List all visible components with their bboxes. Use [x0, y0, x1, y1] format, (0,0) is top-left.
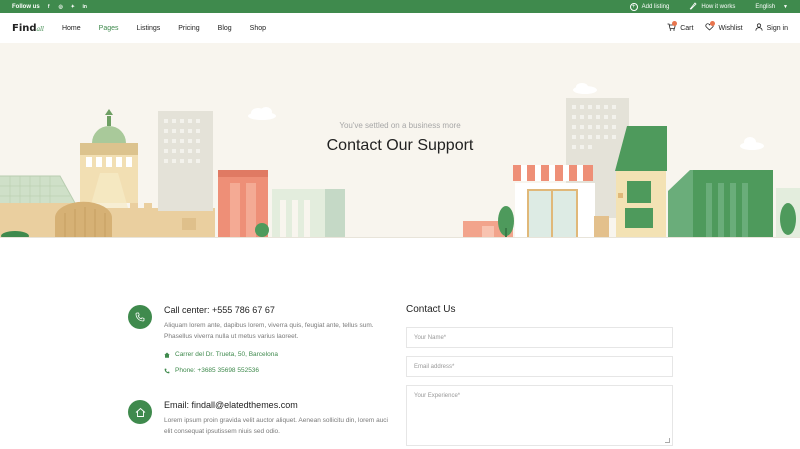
cart-badge: [672, 21, 678, 26]
message-textarea[interactable]: Your Experience*: [406, 385, 673, 446]
rocket-icon: [689, 1, 697, 12]
email-title: Email: findall@elatedthemes.com: [164, 400, 298, 410]
address-text: Carrer del Dr. Trueta, 50, Barcelona: [175, 351, 278, 358]
add-listing-link[interactable]: + Add listing: [629, 2, 670, 11]
main-nav: Home Pages Listings Pricing Blog Shop: [62, 25, 284, 32]
twitter-icon[interactable]: ✦: [70, 4, 76, 10]
page-title: Contact Our Support: [326, 137, 474, 154]
sign-in-button[interactable]: Sign in: [754, 23, 788, 33]
language-label: English: [755, 3, 776, 10]
phone-line[interactable]: Phone: +3685 35698 552536: [164, 367, 259, 374]
name-input[interactable]: Your Name*: [406, 327, 673, 348]
phone-icon: [128, 305, 152, 329]
add-listing-label: Add listing: [641, 3, 670, 10]
phone-text: Phone: +3685 35698 552536: [175, 367, 260, 374]
user-icon: [754, 23, 763, 33]
instagram-icon[interactable]: ◎: [58, 4, 64, 10]
home-circle-icon: [128, 400, 152, 424]
linkedin-icon[interactable]: in: [82, 4, 88, 10]
email-description: Lorem ipsum proin gravida velit auctor a…: [164, 417, 389, 435]
home-icon: [164, 352, 170, 358]
logo-suffix-text: all: [36, 25, 44, 33]
email-block: Email: findall@elatedthemes.com Lorem ip…: [128, 400, 388, 445]
logo[interactable]: Findall: [12, 23, 44, 34]
name-placeholder: Your Name*: [414, 334, 447, 341]
facebook-icon[interactable]: f: [46, 4, 52, 10]
chevron-down-icon: ▼: [783, 3, 788, 10]
sign-in-label: Sign in: [766, 24, 788, 32]
phone-small-icon: [164, 368, 170, 374]
wishlist-badge: [710, 21, 716, 26]
call-center-block: Call center: +555 786 67 67 Aliquam lore…: [128, 305, 388, 385]
logo-main-text: Find: [12, 22, 37, 34]
nav-shop[interactable]: Shop: [250, 25, 266, 32]
contact-form-title: Contact Us: [406, 304, 456, 315]
nav-home[interactable]: Home: [62, 25, 81, 32]
wishlist-label: Wishlist: [718, 24, 743, 32]
message-placeholder: Your Experience*: [414, 393, 461, 399]
plus-icon: +: [629, 2, 638, 11]
main-header: Findall Home Pages Listings Pricing Blog…: [0, 13, 800, 43]
email-placeholder: Email address*: [414, 363, 455, 370]
nav-pricing[interactable]: Pricing: [178, 25, 199, 32]
nav-blog[interactable]: Blog: [218, 25, 232, 32]
nav-pages[interactable]: Pages: [99, 25, 119, 32]
language-selector[interactable]: English ▼: [755, 4, 788, 10]
call-center-title: Call center: +555 786 67 67: [164, 305, 275, 315]
follow-us-label: Follow us: [12, 3, 40, 10]
how-it-works-link[interactable]: How it works: [689, 1, 736, 12]
top-bar: Follow us f ◎ ✦ in + Add listing How it …: [0, 0, 800, 13]
hero-banner: You've settled on a business more Contac…: [0, 43, 800, 238]
call-center-description: Aliquam lorem ante, dapibus lorem, viver…: [164, 322, 374, 340]
email-input[interactable]: Email address*: [406, 356, 673, 377]
cart-label: Cart: [680, 24, 694, 32]
hero-subtitle: You've settled on a business more: [339, 121, 461, 130]
cart-button[interactable]: Cart: [667, 21, 694, 33]
nav-listings[interactable]: Listings: [137, 25, 161, 32]
address-line[interactable]: Carrer del Dr. Trueta, 50, Barcelona: [164, 351, 278, 358]
wishlist-button[interactable]: Wishlist: [705, 21, 743, 33]
resize-handle-icon[interactable]: [665, 438, 670, 443]
how-it-works-label: How it works: [701, 3, 736, 10]
